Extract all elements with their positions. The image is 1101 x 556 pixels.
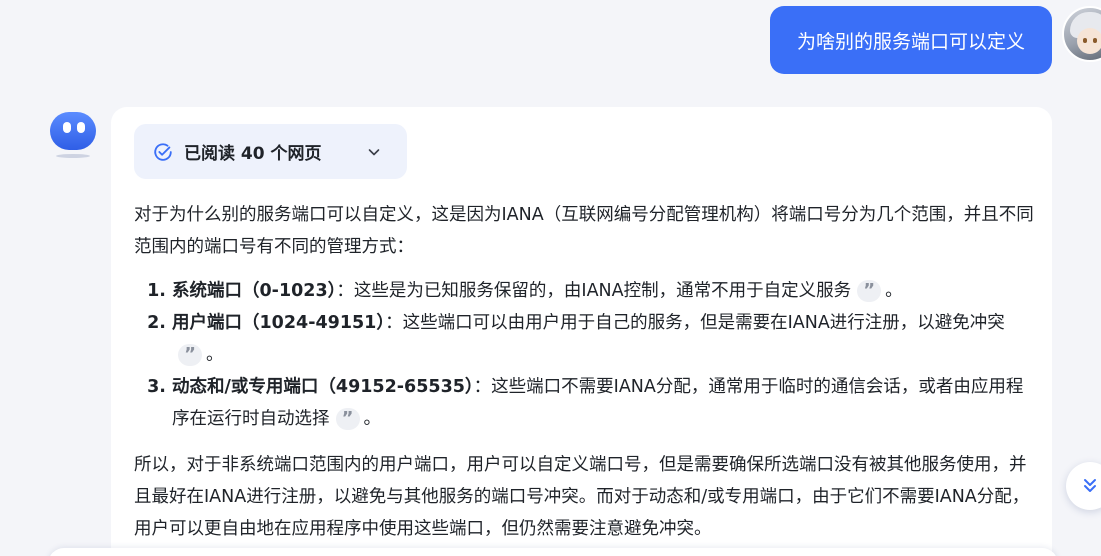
quote-icon[interactable]: ” — [335, 408, 360, 430]
user-avatar[interactable] — [1062, 6, 1101, 62]
sources-read-label: 已阅读 40 个网页 — [184, 144, 322, 164]
chevron-down-icon[interactable] — [366, 144, 382, 160]
assistant-answer-card: 已阅读 40 个网页 对于为什么别的服务端口可以自定义，这是因为IANA（互联网… — [111, 107, 1052, 556]
message-input-area[interactable] — [48, 548, 1058, 556]
list-item-text: ：这些端口可以由用户用于自己的服务，但是需要在IANA进行注册，以避免冲突 — [385, 313, 1005, 333]
double-chevron-down-icon — [1084, 479, 1096, 492]
scroll-to-bottom-button[interactable] — [1066, 462, 1101, 510]
quote-icon[interactable]: ” — [857, 280, 882, 302]
answer-content: 对于为什么别的服务端口可以自定义，这是因为IANA（互联网编号分配管理机构）将端… — [134, 199, 1034, 545]
assistant-avatar-eye — [63, 122, 71, 133]
user-message-text: 为啥别的服务端口可以定义 — [796, 30, 1025, 53]
answer-conclusion: 所以，对于非系统端口范围内的用户端口，用户可以自定义端口号，但是需要确保所选端口… — [134, 455, 1030, 539]
avatar-eye — [1083, 38, 1087, 43]
list-item-end: 。 — [206, 345, 224, 365]
assistant-avatar — [48, 110, 98, 160]
list-item: 动态和/或专用端口（49152-65535）：这些端口不需要IANA分配，通常用… — [172, 371, 1034, 435]
assistant-avatar-head — [50, 112, 96, 150]
assistant-avatar-eye — [77, 122, 85, 133]
port-range-list: 系统端口（0-1023）：这些是为已知服务保留的，由IANA控制，通常不用于自定… — [134, 275, 1034, 435]
list-item-title: 动态和/或专用端口（49152-65535） — [172, 377, 474, 397]
list-item-title: 系统端口（0-1023） — [172, 281, 337, 301]
assistant-avatar-shadow — [56, 154, 90, 158]
avatar-eye — [1093, 38, 1097, 43]
check-circle-icon — [154, 142, 172, 161]
list-item-text: ：这些是为已知服务保留的，由IANA控制，通常不用于自定义服务 — [336, 281, 852, 301]
list-item-end: 。 — [363, 409, 382, 429]
list-item: 系统端口（0-1023）：这些是为已知服务保留的，由IANA控制，通常不用于自定… — [172, 275, 1034, 307]
chat-page: 为啥别的服务端口可以定义 已阅读 40 个网页 对于为什么别的服务端口可以自定义… — [0, 0, 1101, 556]
answer-intro: 对于为什么别的服务端口可以自定义，这是因为IANA（互联网编号分配管理机构）将端… — [134, 205, 1034, 257]
list-item-title: 用户端口（1024-49151） — [172, 313, 386, 333]
avatar-face — [1077, 28, 1101, 54]
user-message-bubble: 为啥别的服务端口可以定义 — [770, 6, 1052, 74]
quote-icon[interactable]: ” — [178, 344, 202, 366]
list-item: 用户端口（1024-49151）：这些端口可以由用户用于自己的服务，但是需要在I… — [172, 307, 1034, 371]
sources-read-toggle[interactable]: 已阅读 40 个网页 — [134, 124, 407, 179]
list-item-end: 。 — [885, 281, 903, 301]
